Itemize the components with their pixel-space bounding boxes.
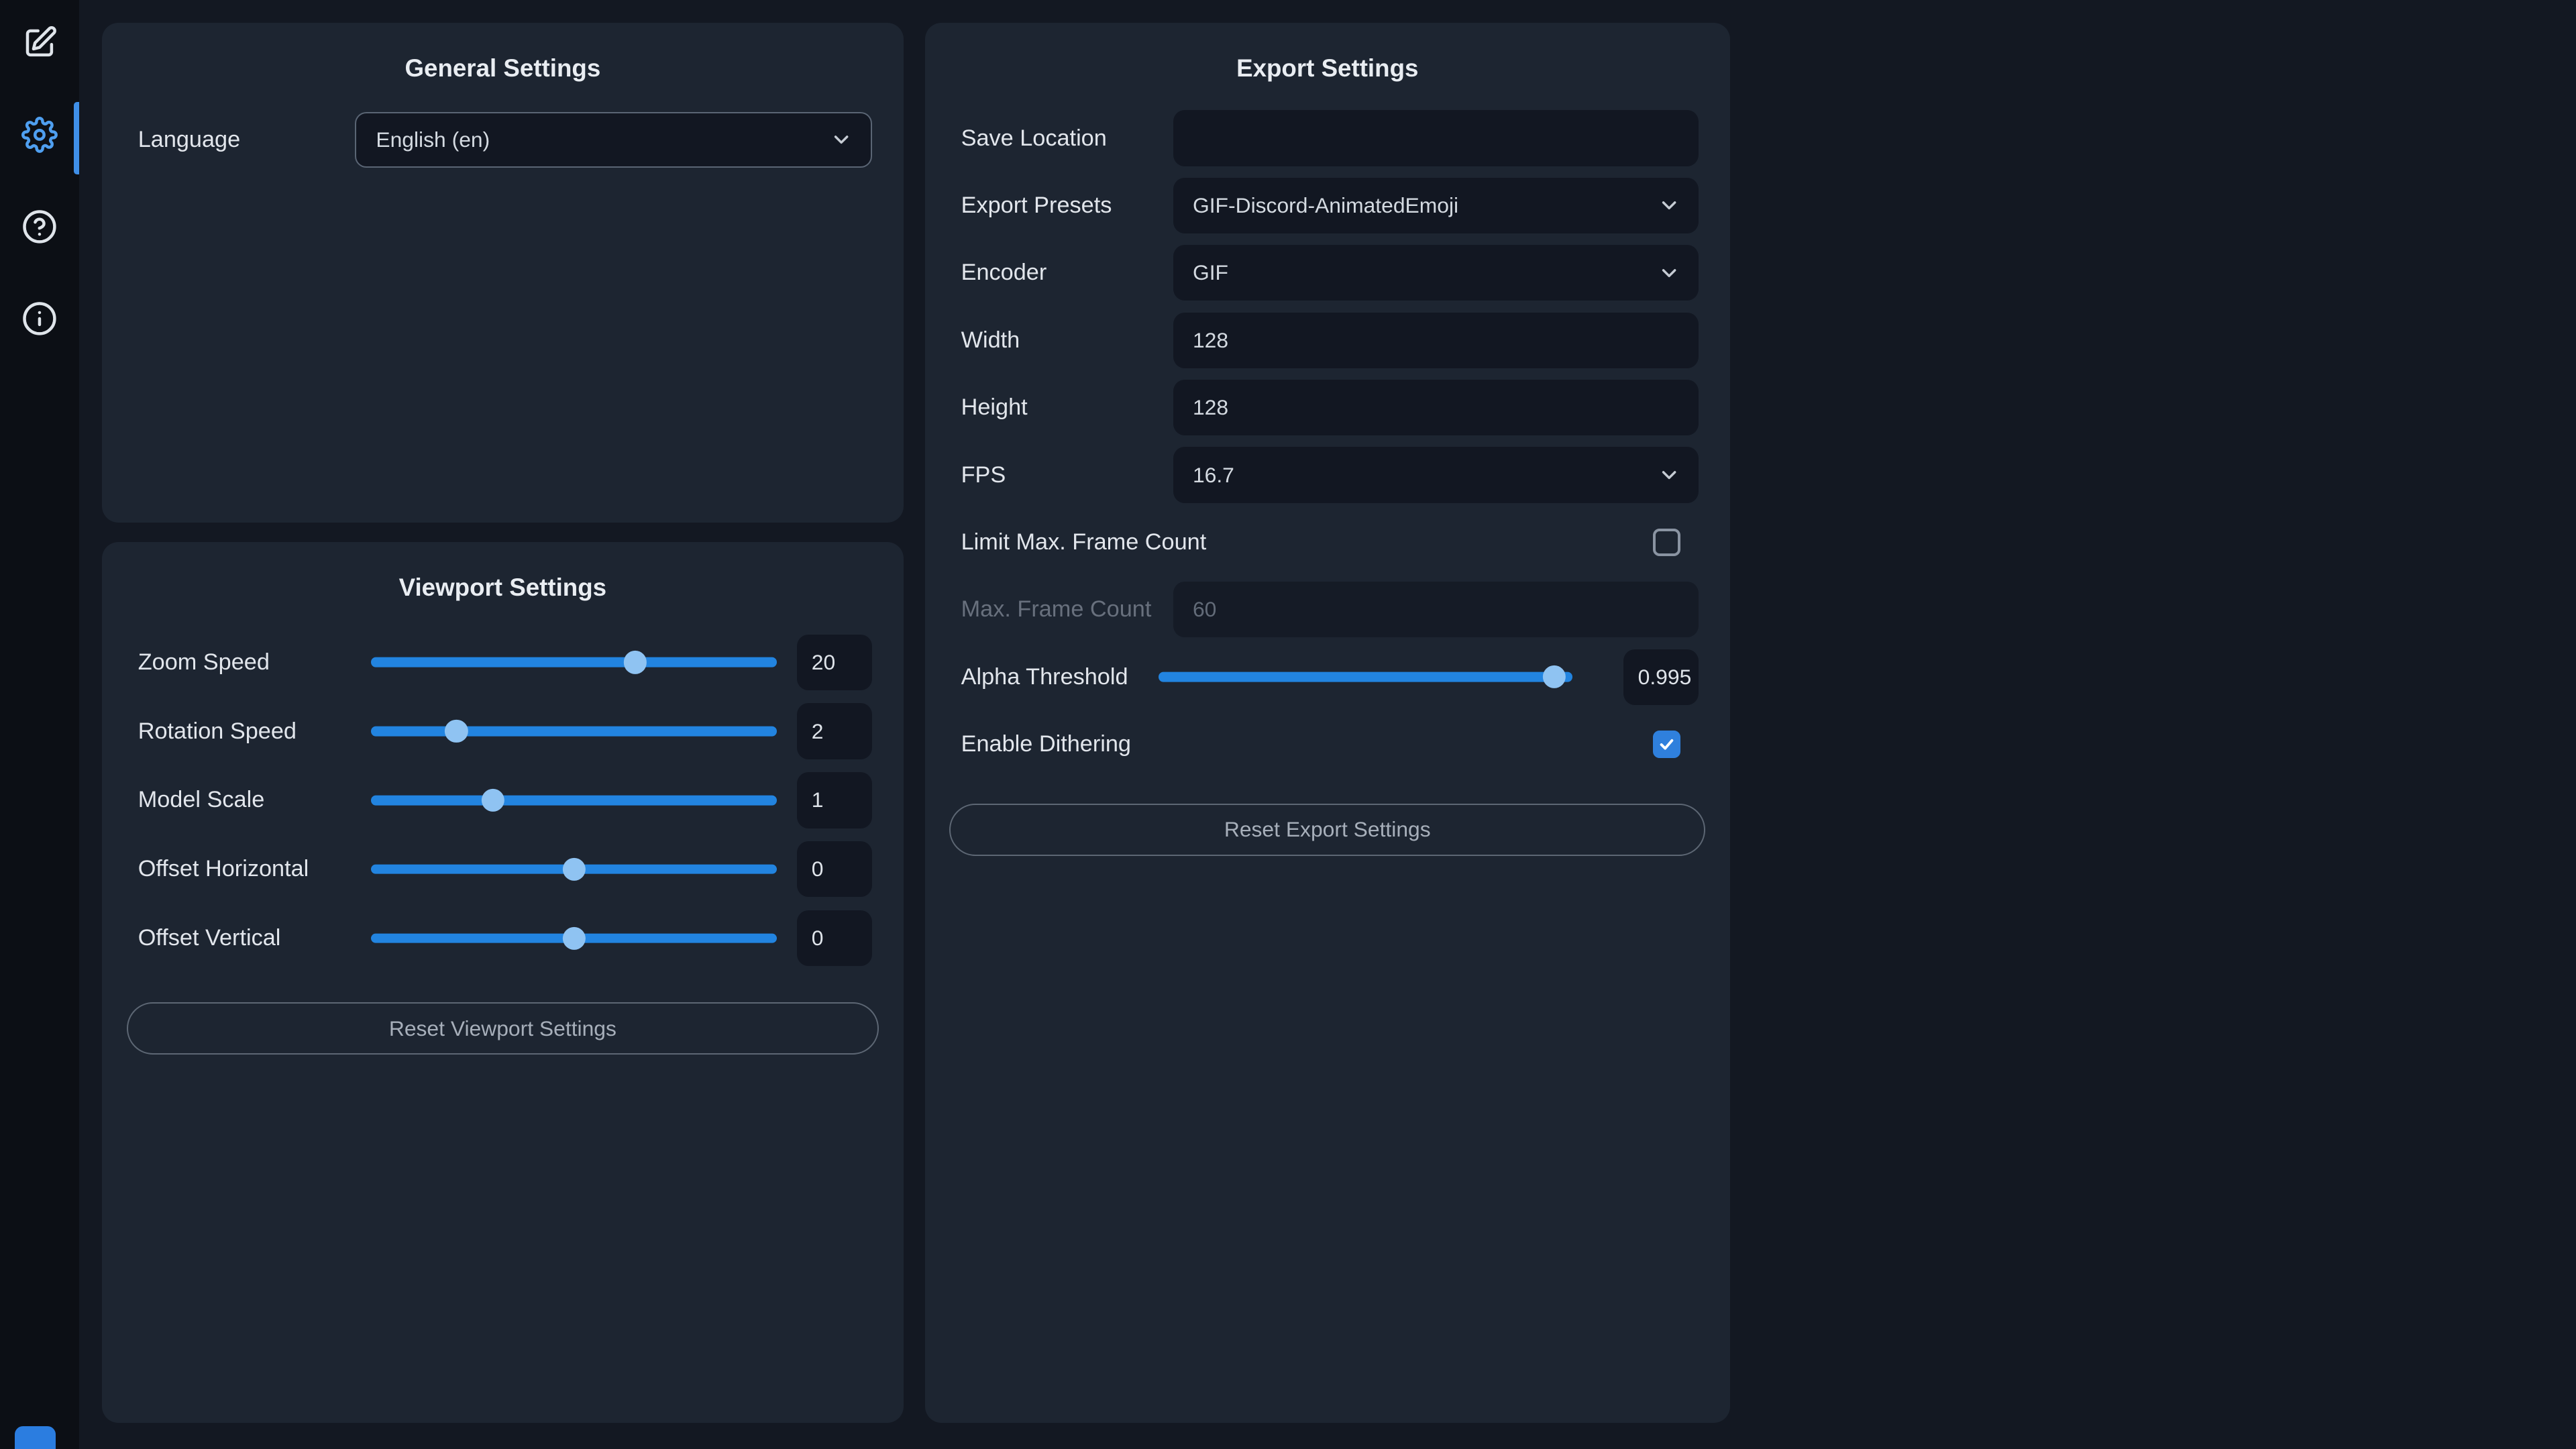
sidebar bbox=[0, 0, 79, 1449]
max-frame-count-label: Max. Frame Count bbox=[961, 596, 1152, 623]
language-select[interactable]: English (en) bbox=[355, 112, 872, 168]
model-scale-row: Model Scale 1 bbox=[138, 772, 873, 828]
viewport-settings-panel: Viewport Settings Zoom Speed 20 Rotation… bbox=[102, 542, 904, 1423]
limit-max-frame-count-row: Limit Max. Frame Count bbox=[961, 515, 1699, 570]
rotation-speed-label: Rotation Speed bbox=[138, 718, 372, 745]
offset-horizontal-label: Offset Horizontal bbox=[138, 856, 372, 882]
general-settings-panel: General Settings Language English (en) bbox=[102, 23, 904, 522]
general-settings-title: General Settings bbox=[127, 43, 879, 83]
zoom-speed-value-text: 20 bbox=[812, 650, 835, 675]
offset-vertical-value[interactable]: 0 bbox=[797, 910, 873, 966]
model-scale-value[interactable]: 1 bbox=[797, 772, 873, 828]
help-icon[interactable] bbox=[19, 207, 59, 247]
fps-select[interactable]: 16.7 bbox=[1173, 447, 1699, 502]
reset-viewport-settings-button[interactable]: Reset Viewport Settings bbox=[127, 1002, 879, 1055]
width-input[interactable] bbox=[1173, 313, 1699, 368]
encoder-label: Encoder bbox=[961, 260, 1047, 286]
language-select-value: English (en) bbox=[376, 127, 490, 152]
rotation-speed-row: Rotation Speed 2 bbox=[138, 703, 873, 759]
rotation-speed-value[interactable]: 2 bbox=[797, 703, 873, 759]
slider-thumb[interactable] bbox=[563, 858, 586, 881]
slider-thumb[interactable] bbox=[1543, 665, 1566, 688]
enable-dithering-row: Enable Dithering bbox=[961, 716, 1699, 772]
encoder-row: Encoder GIF bbox=[961, 245, 1699, 301]
save-location-input[interactable] bbox=[1173, 110, 1699, 166]
slider-track bbox=[371, 727, 777, 737]
limit-max-frame-count-checkbox[interactable] bbox=[1653, 529, 1681, 557]
info-icon[interactable] bbox=[19, 299, 59, 339]
viewport-settings-title: Viewport Settings bbox=[127, 562, 879, 602]
export-presets-value: GIF-Discord-AnimatedEmoji bbox=[1193, 193, 1458, 218]
width-label: Width bbox=[961, 327, 1020, 354]
model-scale-slider[interactable] bbox=[371, 772, 777, 828]
alpha-threshold-slider[interactable] bbox=[1159, 649, 1572, 705]
height-input[interactable] bbox=[1173, 380, 1699, 435]
alpha-threshold-value[interactable]: 0.995 bbox=[1623, 649, 1699, 705]
save-location-row: Save Location bbox=[961, 110, 1699, 166]
offset-horizontal-value[interactable]: 0 bbox=[797, 841, 873, 897]
left-column: General Settings Language English (en) V… bbox=[102, 23, 904, 1423]
zoom-speed-row: Zoom Speed 20 bbox=[138, 635, 873, 690]
enable-dithering-checkbox[interactable] bbox=[1653, 731, 1681, 759]
chevron-down-icon bbox=[830, 128, 853, 151]
model-scale-label: Model Scale bbox=[138, 787, 372, 813]
encoder-value: GIF bbox=[1193, 260, 1228, 285]
limit-max-frame-count-label: Limit Max. Frame Count bbox=[961, 529, 1207, 555]
alpha-threshold-value-text: 0.995 bbox=[1638, 665, 1692, 690]
app-window: General Settings Language English (en) V… bbox=[0, 0, 2576, 1449]
height-label: Height bbox=[961, 394, 1028, 421]
save-location-label: Save Location bbox=[961, 125, 1107, 152]
enable-dithering-label: Enable Dithering bbox=[961, 731, 1131, 757]
zoom-speed-label: Zoom Speed bbox=[138, 649, 372, 676]
model-scale-value-text: 1 bbox=[812, 788, 824, 812]
alpha-threshold-label: Alpha Threshold bbox=[961, 664, 1128, 690]
offset-vertical-label: Offset Vertical bbox=[138, 925, 372, 951]
zoom-speed-slider[interactable] bbox=[371, 635, 777, 690]
offset-horizontal-value-text: 0 bbox=[812, 857, 824, 881]
rotation-speed-slider[interactable] bbox=[371, 703, 777, 759]
fps-row: FPS 16.7 bbox=[961, 447, 1699, 502]
max-frame-count-row: Max. Frame Count bbox=[961, 582, 1699, 637]
main-content: General Settings Language English (en) V… bbox=[79, 0, 2576, 1449]
offset-vertical-slider[interactable] bbox=[371, 910, 777, 966]
max-frame-count-input[interactable] bbox=[1173, 582, 1699, 637]
offset-horizontal-slider[interactable] bbox=[371, 841, 777, 897]
slider-thumb[interactable] bbox=[445, 720, 468, 743]
slider-track bbox=[371, 657, 777, 667]
slider-track bbox=[1159, 672, 1572, 682]
fps-label: FPS bbox=[961, 462, 1006, 488]
language-label: Language bbox=[138, 127, 240, 153]
encoder-select[interactable]: GIF bbox=[1173, 245, 1699, 301]
bottom-blue-indicator bbox=[15, 1426, 56, 1449]
export-presets-row: Export Presets GIF-Discord-AnimatedEmoji bbox=[961, 178, 1699, 233]
reset-export-settings-button[interactable]: Reset Export Settings bbox=[949, 804, 1705, 856]
settings-gear-icon[interactable] bbox=[19, 115, 59, 154]
language-row: Language English (en) bbox=[138, 112, 873, 168]
slider-track bbox=[371, 796, 777, 806]
chevron-down-icon bbox=[1658, 194, 1680, 217]
active-tab-indicator bbox=[74, 102, 78, 174]
chevron-down-icon bbox=[1658, 262, 1680, 284]
offset-vertical-value-text: 0 bbox=[812, 926, 824, 951]
chevron-down-icon bbox=[1658, 464, 1680, 486]
export-presets-label: Export Presets bbox=[961, 193, 1112, 219]
offset-vertical-row: Offset Vertical 0 bbox=[138, 910, 873, 966]
slider-thumb[interactable] bbox=[482, 789, 504, 812]
height-row: Height bbox=[961, 380, 1699, 435]
export-settings-title: Export Settings bbox=[949, 43, 1705, 83]
slider-thumb[interactable] bbox=[624, 651, 647, 674]
fps-value: 16.7 bbox=[1193, 463, 1234, 488]
edit-icon[interactable] bbox=[19, 23, 59, 62]
slider-thumb[interactable] bbox=[563, 926, 586, 949]
export-settings-panel: Export Settings Save Location Export Pre… bbox=[925, 23, 1730, 1423]
zoom-speed-value[interactable]: 20 bbox=[797, 635, 873, 690]
width-row: Width bbox=[961, 313, 1699, 368]
offset-horizontal-row: Offset Horizontal 0 bbox=[138, 841, 873, 897]
rotation-speed-value-text: 2 bbox=[812, 719, 824, 744]
alpha-threshold-row: Alpha Threshold 0.995 bbox=[961, 649, 1699, 705]
export-presets-select[interactable]: GIF-Discord-AnimatedEmoji bbox=[1173, 178, 1699, 233]
